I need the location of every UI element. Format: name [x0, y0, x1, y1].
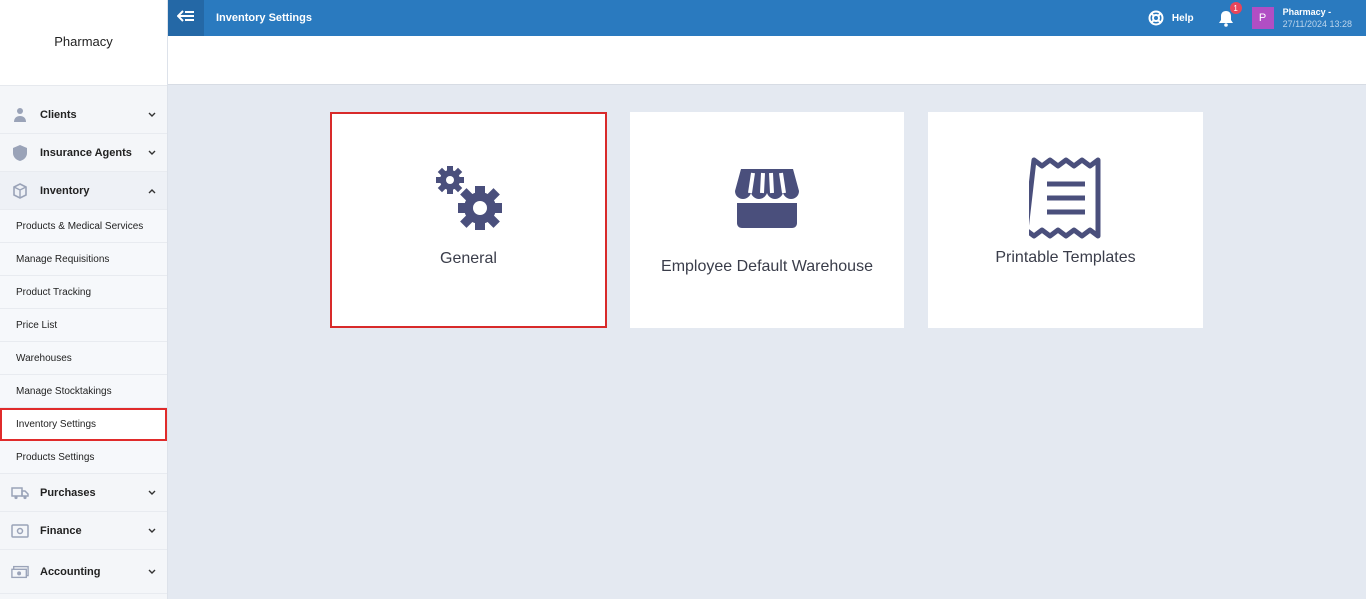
sidebar-item-accounting[interactable]: Accounting — [0, 550, 167, 594]
brand-name: Pharmacy — [54, 34, 113, 49]
sidebar-item-purchases[interactable]: Purchases — [0, 474, 167, 512]
page-title: Inventory Settings — [216, 12, 312, 24]
receipt-icon — [1028, 156, 1103, 240]
inventory-submenu: Products & Medical Services Manage Requi… — [0, 210, 167, 474]
submenu-item-inventory-settings[interactable]: Inventory Settings — [0, 408, 167, 441]
page-subheader — [168, 36, 1366, 85]
submenu-item-stocktakings[interactable]: Manage Stocktakings — [0, 375, 167, 408]
card-label: Employee Default Warehouse — [661, 258, 873, 275]
safe-icon — [11, 522, 29, 540]
submenu-item-products-settings[interactable]: Products Settings — [0, 441, 167, 474]
notification-badge: 1 — [1229, 2, 1242, 14]
card-label: General — [440, 250, 497, 267]
sidebar-item-label: Insurance Agents — [40, 146, 132, 159]
sidebar-item-insurance-agents[interactable]: Insurance Agents — [0, 134, 167, 172]
submenu-item-warehouses[interactable]: Warehouses — [0, 342, 167, 375]
user-name: Pharmacy - — [1282, 7, 1332, 17]
sidebar-item-clients[interactable]: Clients — [0, 96, 167, 134]
notifications-button[interactable]: 1 — [1216, 2, 1242, 28]
submenu-item-price-list[interactable]: Price List — [0, 309, 167, 342]
chevron-up-icon — [147, 186, 157, 196]
card-general[interactable]: General — [330, 112, 607, 328]
lifebuoy-icon — [1148, 10, 1164, 26]
card-label: Printable Templates — [995, 249, 1136, 266]
card-employee-default-warehouse[interactable]: Employee Default Warehouse — [630, 112, 904, 328]
sidebar-item-label: Clients — [40, 108, 77, 121]
box-icon — [11, 182, 29, 200]
arrow-left-icon — [176, 9, 195, 27]
user-icon — [11, 106, 29, 124]
sidebar-item-label: Inventory — [40, 184, 90, 197]
sidebar-item-label: Accounting — [40, 565, 101, 578]
money-icon — [11, 563, 29, 581]
shield-icon — [11, 144, 29, 162]
truck-icon — [11, 484, 29, 502]
sidebar: Pharmacy Clients Insurance Agents Invent… — [0, 0, 168, 599]
help-button[interactable]: Help — [1148, 10, 1194, 26]
toggle-sidebar-button[interactable] — [168, 0, 204, 36]
brand: Pharmacy — [0, 0, 167, 86]
top-bar: Inventory Settings Help 1 P Pharmacy - 2… — [168, 0, 1366, 36]
chevron-down-icon — [147, 488, 157, 498]
sidebar-item-inventory[interactable]: Inventory — [0, 172, 167, 210]
avatar: P — [1251, 7, 1274, 29]
card-printable-templates[interactable]: Printable Templates — [928, 112, 1203, 328]
user-datetime: 27/11/2024 13:28 — [1282, 19, 1352, 29]
sidebar-item-label: Finance — [40, 524, 82, 537]
help-label: Help — [1171, 12, 1194, 24]
sidebar-item-finance[interactable]: Finance — [0, 512, 167, 550]
store-icon — [733, 167, 801, 237]
chevron-down-icon — [147, 526, 157, 536]
submenu-item-requisitions[interactable]: Manage Requisitions — [0, 243, 167, 276]
gears-icon — [434, 164, 504, 238]
submenu-item-product-tracking[interactable]: Product Tracking — [0, 276, 167, 309]
submenu-item-products[interactable]: Products & Medical Services — [0, 210, 167, 243]
chevron-down-icon — [147, 567, 157, 577]
sidebar-item-label: Purchases — [40, 486, 96, 499]
user-menu[interactable]: P Pharmacy - 27/11/2024 13:28 — [1251, 6, 1352, 30]
chevron-down-icon — [147, 110, 157, 120]
chevron-down-icon — [147, 148, 157, 158]
